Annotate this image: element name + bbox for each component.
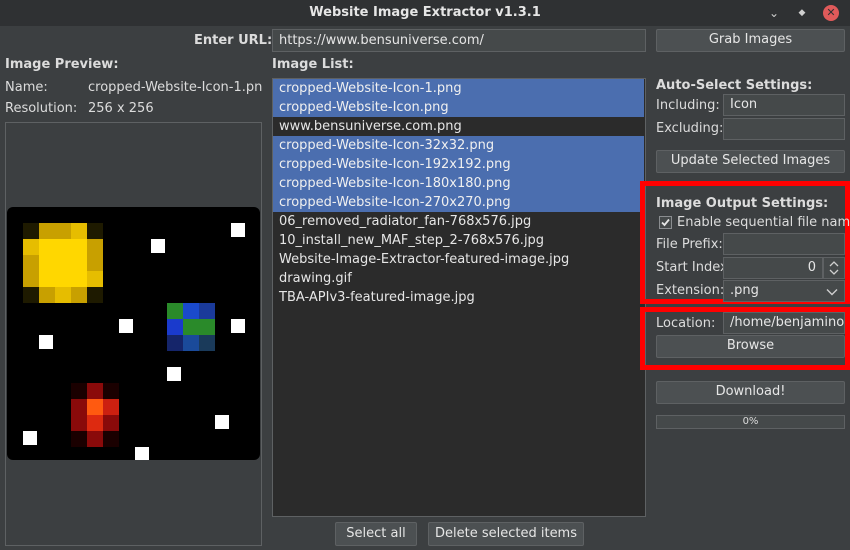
start-index-input[interactable]: 0: [723, 257, 823, 279]
resolution-label: Resolution:: [5, 101, 78, 116]
list-item[interactable]: cropped-Website-Icon-32x32.png: [273, 136, 644, 155]
close-button[interactable]: ✕: [823, 5, 839, 21]
list-item[interactable]: 06_removed_radiator_fan-768x576.jpg: [273, 212, 644, 231]
image-preview-panel: [5, 122, 262, 546]
name-value: cropped-Website-Icon-1.pn...: [88, 80, 263, 95]
preview-image: [7, 207, 260, 460]
extension-select[interactable]: .png: [723, 280, 845, 302]
image-list-header: Image List:: [272, 57, 354, 72]
sequential-label: Enable sequential file names: [677, 215, 850, 230]
auto-select-header: Auto-Select Settings:: [656, 78, 813, 93]
list-item[interactable]: TBA-APIv3-featured-image.jpg: [273, 288, 644, 307]
url-label: Enter URL:: [194, 33, 273, 48]
start-index-label: Start Index:: [656, 260, 733, 275]
progress-text: 0%: [742, 416, 759, 427]
list-item[interactable]: Website-Image-Extractor-featured-image.j…: [273, 250, 644, 269]
list-item[interactable]: cropped-Website-Icon-192x192.png: [273, 155, 644, 174]
location-input[interactable]: /home/benjaminow: [723, 312, 845, 334]
spinner-arrows-icon: [829, 261, 839, 275]
excluding-input[interactable]: [723, 118, 845, 140]
list-item[interactable]: cropped-Website-Icon-1.png: [273, 79, 644, 98]
image-preview-header: Image Preview:: [5, 57, 119, 72]
window-title: Website Image Extractor v1.3.1: [309, 5, 541, 20]
location-label: Location:: [656, 316, 716, 331]
browse-button[interactable]: Browse: [656, 335, 845, 358]
list-item[interactable]: cropped-Website-Icon-270x270.png: [273, 193, 644, 212]
delete-selected-button[interactable]: Delete selected items: [428, 522, 584, 546]
extension-value: .png: [730, 283, 759, 298]
update-selected-images-button[interactable]: Update Selected Images: [656, 150, 845, 173]
file-prefix-label: File Prefix:: [656, 237, 723, 252]
sequential-checkbox[interactable]: [659, 216, 672, 229]
grab-images-button[interactable]: Grab Images: [656, 29, 845, 52]
extension-label: Extension:: [656, 283, 725, 298]
download-button[interactable]: Download!: [656, 381, 845, 404]
excluding-label: Excluding:: [656, 121, 724, 136]
including-input[interactable]: Icon: [723, 94, 845, 116]
download-progress-bar: 0%: [656, 415, 845, 429]
list-item[interactable]: drawing.gif: [273, 269, 644, 288]
name-label: Name:: [5, 80, 48, 95]
chevron-down-icon: [826, 289, 838, 296]
select-all-button[interactable]: Select all: [335, 522, 417, 546]
image-list[interactable]: cropped-Website-Icon-1.png cropped-Websit…: [272, 78, 646, 517]
including-label: Including:: [656, 98, 720, 113]
list-item[interactable]: cropped-Website-Icon.png: [273, 98, 644, 117]
minimize-button[interactable]: ⌄: [765, 4, 783, 22]
list-item[interactable]: 10_install_new_MAF_step_2-768x576.jpg: [273, 231, 644, 250]
resolution-value: 256 x 256: [88, 101, 154, 116]
list-item[interactable]: cropped-Website-Icon-180x180.png: [273, 174, 644, 193]
checkmark-icon: [661, 218, 670, 227]
url-input[interactable]: https://www.bensuniverse.com/: [272, 29, 646, 52]
start-index-spinner[interactable]: [823, 257, 845, 279]
maximize-button[interactable]: ◆: [793, 4, 811, 22]
file-prefix-input[interactable]: [723, 233, 845, 255]
output-settings-header: Image Output Settings:: [656, 196, 829, 211]
list-item[interactable]: www.bensuniverse.com.png: [273, 117, 644, 136]
